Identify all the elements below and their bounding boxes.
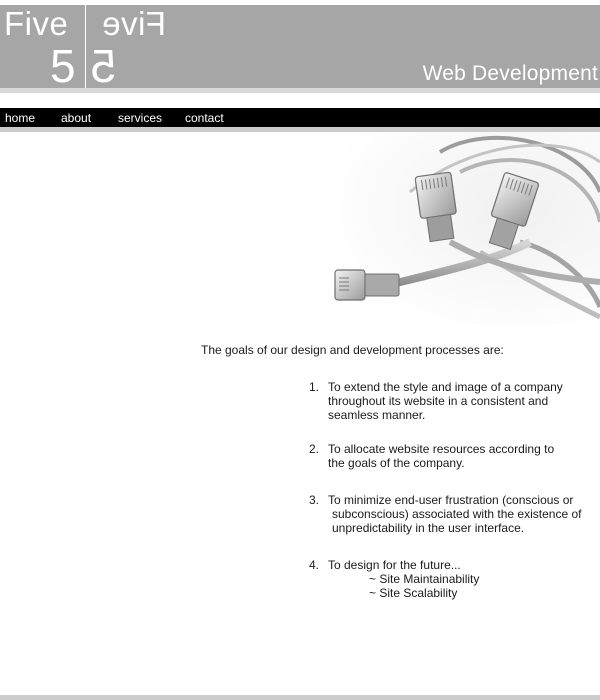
- site-header: Five Five 5 5 Web Development: [0, 5, 600, 88]
- goal-line: throughout its website in a consistent a…: [328, 394, 549, 408]
- network-cables-image: [320, 132, 600, 324]
- nav-about[interactable]: about: [61, 111, 91, 125]
- goal-line: seamless manner.: [328, 408, 426, 422]
- goal-line: the goals of the company.: [328, 456, 465, 470]
- header-band: [0, 88, 600, 93]
- logo-numeral: 5: [50, 40, 76, 88]
- goal-number: 1.: [309, 380, 320, 394]
- nav-services[interactable]: services: [118, 111, 162, 125]
- goal-number: 3.: [309, 493, 320, 507]
- logo-numeral-mirrored: 5: [90, 40, 116, 88]
- goal-line: To design for the future...: [328, 558, 461, 572]
- logo-word-mirrored: Five: [101, 5, 166, 42]
- goal-line: unpredictability in the user interface.: [332, 521, 525, 535]
- goal-subitem: ~ Site Maintainability: [369, 572, 480, 586]
- goal-number: 4.: [309, 558, 320, 572]
- goals-intro: The goals of our design and development …: [201, 343, 504, 357]
- top-border: [0, 0, 600, 4]
- tagline: Web Development: [422, 62, 598, 85]
- goal-line: subconscious) associated with the existe…: [332, 507, 582, 521]
- main-nav: home about services contact: [0, 108, 600, 127]
- goal-line: To extend the style and image of a compa…: [328, 380, 563, 394]
- goal-number: 2.: [309, 442, 320, 456]
- goal-line: To allocate website resources according …: [328, 442, 555, 456]
- nav-contact[interactable]: contact: [185, 111, 224, 125]
- goal-line: To minimize end-user frustration (consci…: [328, 493, 574, 507]
- logo-word: Five: [4, 5, 69, 42]
- footer-band: [0, 695, 600, 700]
- logo-divider: [85, 5, 86, 88]
- goal-subitem: ~ Site Scalability: [369, 586, 458, 600]
- nav-home[interactable]: home: [5, 111, 35, 125]
